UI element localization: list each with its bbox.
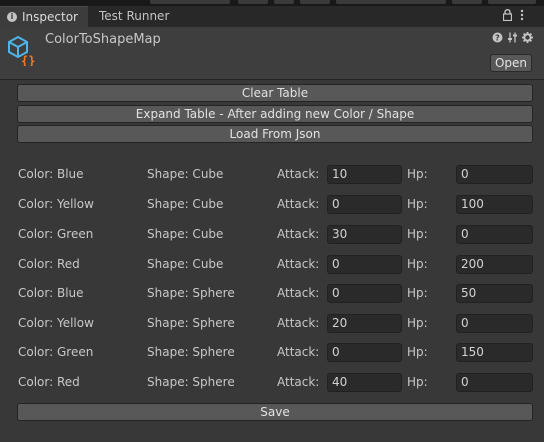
inspector-header: {} ColorToShapeMap ? Open xyxy=(0,27,544,80)
table-row: Color: Red Shape: Cube Attack: 0 Hp: 200 xyxy=(0,255,544,275)
color-label: Color: Red xyxy=(18,257,80,271)
shape-label: Shape: Sphere xyxy=(147,316,235,330)
load-from-json-button[interactable]: Load From Json xyxy=(17,125,533,143)
hp-label: Hp: xyxy=(407,345,428,359)
hp-label: Hp: xyxy=(407,257,428,271)
hp-label: Hp: xyxy=(407,197,428,211)
color-label: Color: Red xyxy=(18,375,80,389)
shape-label: Shape: Cube xyxy=(147,227,224,241)
color-label: Color: Green xyxy=(18,227,94,241)
open-button[interactable]: Open xyxy=(490,54,532,72)
info-icon: i xyxy=(7,12,17,22)
object-name: ColorToShapeMap xyxy=(45,32,161,47)
attack-label: Attack: xyxy=(277,375,320,389)
tab-inspector-label: Inspector xyxy=(22,10,78,24)
shape-label: Shape: Cube xyxy=(147,167,224,181)
attack-label: Attack: xyxy=(277,316,320,330)
tab-bar: i Inspector Test Runner xyxy=(0,6,544,27)
attack-field[interactable]: 30 xyxy=(327,225,402,244)
hp-label: Hp: xyxy=(407,316,428,330)
gear-icon[interactable] xyxy=(522,32,533,43)
table-row: Color: Green Shape: Sphere Attack: 0 Hp:… xyxy=(0,343,544,363)
hp-label: Hp: xyxy=(407,375,428,389)
shape-label: Shape: Sphere xyxy=(147,286,235,300)
table-row: Color: Yellow Shape: Cube Attack: 0 Hp: … xyxy=(0,195,544,215)
hp-field[interactable]: 0 xyxy=(456,314,533,333)
clear-table-button[interactable]: Clear Table xyxy=(17,84,533,102)
hp-field[interactable]: 0 xyxy=(456,165,533,184)
table-row: Color: Blue Shape: Sphere Attack: 0 Hp: … xyxy=(0,284,544,304)
tab-test-runner[interactable]: Test Runner xyxy=(90,6,180,27)
attack-field[interactable]: 40 xyxy=(327,373,402,392)
hp-field[interactable]: 50 xyxy=(456,284,533,303)
color-label: Color: Yellow xyxy=(18,197,94,211)
table-row: Color: Yellow Shape: Sphere Attack: 20 H… xyxy=(0,314,544,334)
hp-field[interactable]: 200 xyxy=(456,255,533,274)
attack-field[interactable]: 20 xyxy=(327,314,402,333)
lock-icon[interactable] xyxy=(503,9,512,21)
attack-field[interactable]: 10 xyxy=(327,165,402,184)
color-label: Color: Yellow xyxy=(18,316,94,330)
hp-label: Hp: xyxy=(407,286,428,300)
kebab-menu-icon[interactable] xyxy=(520,9,524,21)
shape-label: Shape: Cube xyxy=(147,257,224,271)
attack-label: Attack: xyxy=(277,227,320,241)
hp-field[interactable]: 100 xyxy=(456,195,533,214)
attack-label: Attack: xyxy=(277,257,320,271)
table-row: Color: Blue Shape: Cube Attack: 10 Hp: 0 xyxy=(0,165,544,185)
attack-field[interactable]: 0 xyxy=(327,255,402,274)
svg-text:{}: {} xyxy=(21,54,35,66)
hp-field[interactable]: 0 xyxy=(456,373,533,392)
attack-field[interactable]: 0 xyxy=(327,343,402,362)
attack-label: Attack: xyxy=(277,286,320,300)
table-row: Color: Red Shape: Sphere Attack: 40 Hp: … xyxy=(0,373,544,393)
attack-field[interactable]: 0 xyxy=(327,284,402,303)
tab-inspector[interactable]: i Inspector xyxy=(0,6,88,27)
presets-icon[interactable] xyxy=(507,32,518,43)
tab-test-runner-label: Test Runner xyxy=(99,9,170,23)
shape-label: Shape: Sphere xyxy=(147,375,235,389)
color-label: Color: Blue xyxy=(18,286,84,300)
hp-label: Hp: xyxy=(407,167,428,181)
scriptable-object-icon: {} xyxy=(8,35,35,66)
save-button[interactable]: Save xyxy=(17,403,533,421)
hp-field[interactable]: 0 xyxy=(456,225,533,244)
help-icon[interactable]: ? xyxy=(492,32,503,43)
color-label: Color: Green xyxy=(18,345,94,359)
hp-field[interactable]: 150 xyxy=(456,343,533,362)
shape-label: Shape: Sphere xyxy=(147,345,235,359)
attack-label: Attack: xyxy=(277,345,320,359)
color-label: Color: Blue xyxy=(18,167,84,181)
attack-label: Attack: xyxy=(277,167,320,181)
svg-text:?: ? xyxy=(495,34,500,43)
table-row: Color: Green Shape: Cube Attack: 30 Hp: … xyxy=(0,225,544,245)
attack-label: Attack: xyxy=(277,197,320,211)
expand-table-button[interactable]: Expand Table - After adding new Color / … xyxy=(17,105,533,123)
hp-label: Hp: xyxy=(407,227,428,241)
attack-field[interactable]: 0 xyxy=(327,195,402,214)
shape-label: Shape: Cube xyxy=(147,197,224,211)
